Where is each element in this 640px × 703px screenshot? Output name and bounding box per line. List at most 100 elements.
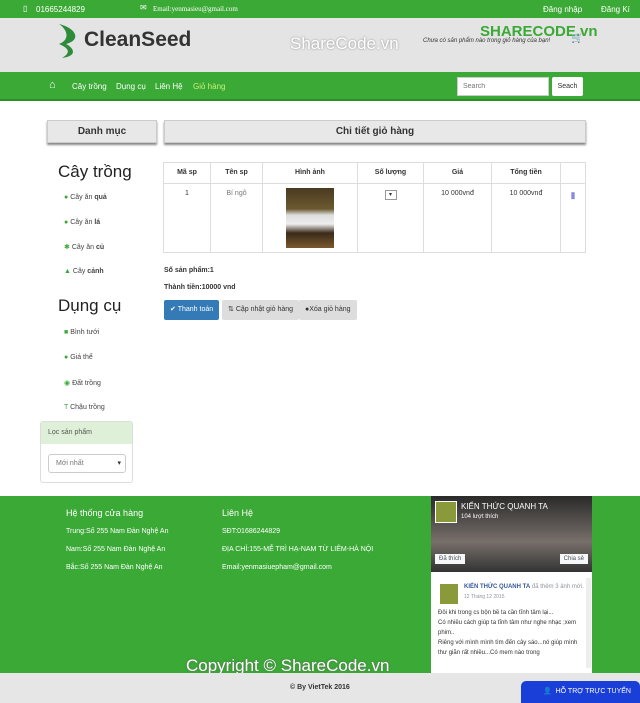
cart-status: Chưa có sản phẩm nào trong giỏ hàng của …	[423, 38, 551, 44]
header: CleanSeed ShareCode.vn SHARECODE.vn Chưa…	[0, 18, 640, 72]
apple-icon: ●	[64, 194, 69, 201]
fb-post-date: 12 Tháng 12 2015	[464, 594, 505, 600]
fb-post-line: Đôi khi trong cs bộn bề ta cần tĩnh tâm …	[438, 610, 554, 616]
col-image: Hình ảnh	[262, 162, 358, 184]
watering-can-icon: ■	[64, 329, 69, 336]
product-image	[286, 188, 334, 248]
bottom-bar: © By VietTek 2016 👤 HỖ TRỢ TRỰC TUYẾN	[0, 673, 640, 703]
user-icon: 👤	[543, 688, 552, 695]
online-support-button[interactable]: 👤 HỖ TRỢ TRỰC TUYẾN	[521, 681, 640, 703]
nav-dung-cu[interactable]: Dụng cụ	[116, 82, 146, 91]
fb-liked-button[interactable]: Đã thích	[435, 554, 466, 564]
tree-icon: ▲	[64, 268, 71, 275]
nav-lien-he[interactable]: Liên Hệ	[155, 82, 183, 91]
footer: Hệ thống cửa hàng Trung:Số 255 Nam Đàn N…	[0, 496, 640, 675]
check-circle-icon: ✔	[170, 306, 176, 313]
cell-action: ▮	[560, 183, 586, 253]
fb-post-line: Riêng với mình mình tìm đến cây sáo...nó…	[438, 640, 578, 656]
sidebar-item[interactable]: T Chậu trồng	[64, 404, 105, 411]
top-bar: ▯ 01665244829 ✉ Email:yenmasieu@gmail.co…	[0, 0, 640, 18]
credit: © By VietTek 2016	[290, 684, 350, 691]
contact-email[interactable]: Email:yenmasiuepham@gmail.com	[222, 564, 332, 571]
fb-scrollbar[interactable]	[586, 578, 591, 668]
watermark: ShareCode.vn	[290, 34, 399, 53]
logo-leaf-icon	[59, 24, 76, 58]
search-button[interactable]: Seach	[552, 77, 583, 96]
sidebar-item[interactable]: ■ Bình tưới	[64, 329, 99, 336]
search-input[interactable]	[457, 77, 549, 96]
register-link[interactable]: Đăng Kí	[601, 5, 630, 14]
main-nav: ⌂ Cây trồng Dụng cụ Liên Hệ Giỏ hàng Sea…	[0, 72, 640, 101]
cell-image	[262, 183, 358, 253]
store-item: Trung:Số 255 Nam Đàn Nghệ An	[66, 528, 169, 535]
sidebar-item[interactable]: ● Giá thể	[64, 354, 93, 361]
checkout-button[interactable]: ✔ Thanh toán	[164, 300, 220, 320]
cell-price: 10 000vnđ	[423, 183, 492, 253]
phone-icon: ▯	[23, 4, 28, 13]
caret-icon: ▾	[117, 460, 121, 467]
update-cart-button[interactable]: ⇅ Cập nhật giỏ hàng	[222, 300, 300, 320]
filter-panel: Lọc sản phẩm Mới nhất ▾	[40, 421, 133, 483]
table-row: 1 Bí ngô ▾ 10 000vnđ 10 000vnđ ▮	[163, 183, 586, 253]
sidebar-title: Danh mục	[47, 120, 157, 143]
email-text: Email:yenmasieu@gmail.com	[153, 5, 238, 13]
logo-text[interactable]: CleanSeed	[84, 28, 191, 52]
login-link[interactable]: Đăng nhập	[543, 5, 582, 14]
category-heading: Cây trồng	[58, 162, 132, 181]
quantity-select[interactable]: ▾	[384, 190, 397, 200]
fb-page-name[interactable]: KIẾN THỨC QUANH TA	[461, 502, 548, 511]
sidebar-item[interactable]: ● Cây ăn lá	[64, 219, 100, 226]
globe-icon: ◉	[64, 380, 71, 387]
filter-title: Lọc sản phẩm	[41, 422, 132, 444]
cart-icon[interactable]: 🛒	[571, 33, 583, 44]
sort-select[interactable]: Mới nhất ▾	[48, 454, 126, 473]
refresh-icon: ⇅	[228, 306, 234, 313]
col-id: Mã sp	[163, 162, 211, 184]
facebook-widget: KIẾN THỨC QUANH TA 104 lượt thích Đã thí…	[431, 496, 592, 673]
total-amount: Thành tiền:10000 vnd	[164, 284, 236, 291]
leaf-icon: ●	[64, 219, 69, 226]
store-item: Nam:Số 255 Nam Đàn Nghệ An	[66, 546, 166, 553]
pot-icon: T	[64, 404, 69, 411]
col-total: Tổng tiền	[491, 162, 561, 184]
stores-title: Hệ thống cửa hàng	[66, 508, 144, 518]
sidebar-item[interactable]: ◉ Đất trồng	[64, 379, 101, 387]
clear-cart-button[interactable]: ●Xóa giỏ hàng	[299, 300, 357, 320]
cart-title: Chi tiết giỏ hàng	[164, 120, 586, 143]
col-name: Tên sp	[210, 162, 263, 184]
table-header: Mã sp Tên sp Hình ảnh Số lượng Giá Tổng …	[163, 162, 586, 184]
nav-gio-hang[interactable]: Giỏ hàng	[193, 82, 225, 91]
home-icon[interactable]: ⌂	[49, 79, 56, 91]
sidebar-item[interactable]: ✱ Cây ăn củ	[64, 243, 104, 251]
fb-likes: 104 lượt thích	[461, 514, 499, 520]
fb-post: KIẾN THỨC QUANH TA đã thêm 3 ảnh mới. 12…	[431, 572, 592, 672]
col-action	[560, 162, 586, 184]
trash-icon[interactable]: ▮	[571, 190, 576, 200]
contact-phone: SĐT:01686244829	[222, 528, 280, 535]
sidebar-item[interactable]: ● Cây ăn quả	[64, 194, 107, 201]
product-count: Số sản phẩm:1	[164, 267, 214, 274]
drop-icon: ●	[64, 354, 69, 361]
cell-id: 1	[163, 183, 211, 253]
col-qty: Số lượng	[357, 162, 424, 184]
phone-number: 01665244829	[36, 5, 85, 14]
asterisk-icon: ✱	[64, 244, 70, 251]
mail-icon: ✉	[140, 3, 147, 12]
fb-page-avatar[interactable]	[435, 501, 457, 523]
fb-share-button[interactable]: Chia sẻ	[559, 554, 588, 564]
tools-heading: Dụng cụ	[58, 296, 122, 315]
col-price: Giá	[423, 162, 492, 184]
contact-address: ĐỊA CHỈ:155-MỄ TRÌ HẠ-NAM TỪ LIÊM-HÀ NỘI	[222, 546, 374, 553]
fb-post-line: Có nhiều cách giúp ta tĩnh tâm như nghe …	[438, 620, 577, 636]
fb-post-avatar	[440, 584, 458, 604]
cell-qty: ▾	[357, 183, 424, 253]
fb-cover: KIẾN THỨC QUANH TA 104 lượt thích Đã thí…	[431, 496, 592, 572]
sidebar-item[interactable]: ▲ Cây cảnh	[64, 268, 104, 275]
cart-table: Mã sp Tên sp Hình ảnh Số lượng Giá Tổng …	[163, 162, 586, 253]
cell-name: Bí ngô	[210, 183, 263, 253]
cell-total: 10 000vnđ	[491, 183, 561, 253]
store-item: Bắc:Số 255 Nam Đàn Nghệ An	[66, 564, 163, 571]
fb-post-author[interactable]: KIẾN THỨC QUANH TA	[464, 584, 530, 590]
contact-title: Liên Hệ	[222, 508, 254, 518]
nav-cay-trong[interactable]: Cây trồng	[72, 82, 107, 91]
